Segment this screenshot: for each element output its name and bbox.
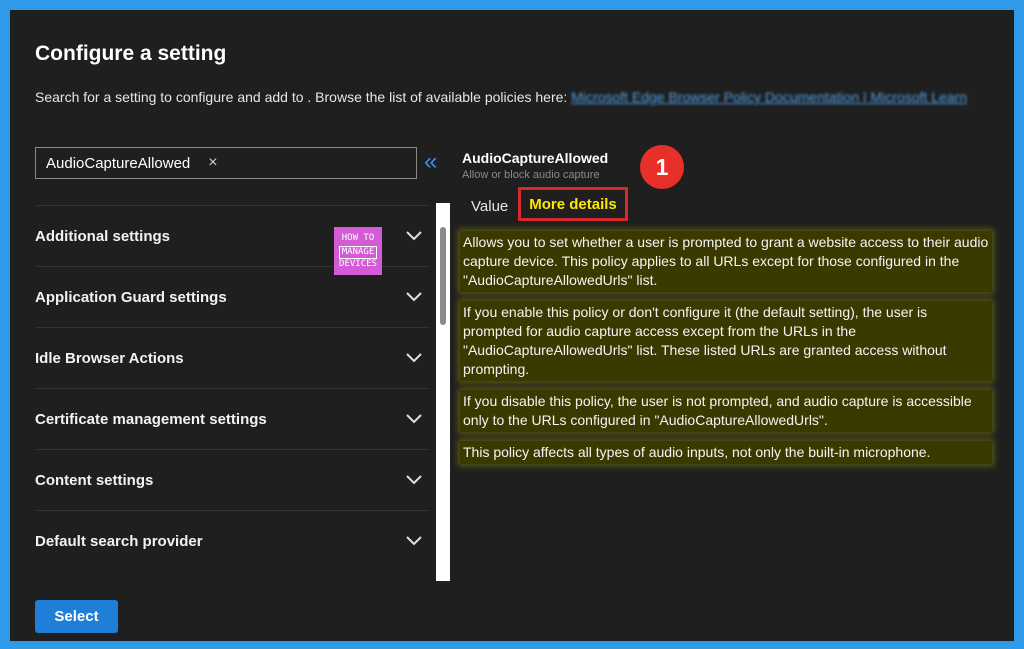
clear-icon[interactable]: × (208, 154, 217, 172)
logo-line2: MANAGE (338, 245, 378, 259)
logo-line3: DEVICES (339, 258, 377, 269)
step-number-badge: 1 (640, 145, 684, 189)
category-label: Certificate management settings (35, 410, 267, 428)
panel-description: Search for a setting to configure and ad… (35, 88, 975, 107)
scrollbar-thumb[interactable] (440, 227, 446, 325)
chevron-down-icon (406, 228, 422, 245)
search-input[interactable]: AudioCaptureAllowed × (35, 147, 417, 179)
page-title: Configure a setting (35, 42, 227, 65)
chevron-down-icon (406, 289, 422, 306)
category-item-content-settings[interactable]: Content settings (35, 449, 430, 510)
chevron-down-icon (406, 472, 422, 489)
description-text: Search for a setting to configure and ad… (35, 89, 568, 105)
how-to-manage-devices-logo: HOW TO MANAGE DEVICES (334, 227, 382, 275)
category-item-default-search-provider[interactable]: Default search provider (35, 510, 430, 571)
category-item-certificate-management[interactable]: Certificate management settings (35, 388, 430, 449)
tab-more-details-label: More details (529, 195, 617, 213)
collapse-panel-icon[interactable]: « (424, 150, 437, 174)
category-label: Content settings (35, 471, 154, 489)
details-paragraph: If you enable this policy or don't confi… (460, 301, 992, 381)
logo-line1: HOW TO (341, 232, 375, 243)
category-item-application-guard[interactable]: Application Guard settings (35, 266, 430, 327)
chevron-down-icon (406, 350, 422, 367)
setting-title: AudioCaptureAllowed (462, 150, 609, 166)
category-label: Application Guard settings (35, 288, 227, 306)
tab-value[interactable]: Value (471, 198, 508, 215)
tab-more-details[interactable]: More details (518, 187, 628, 221)
details-paragraph: If you disable this policy, the user is … (460, 390, 992, 432)
search-value: AudioCaptureAllowed (46, 154, 191, 172)
category-label: Idle Browser Actions (35, 349, 184, 367)
category-label: Additional settings (35, 227, 170, 245)
chevron-down-icon (406, 533, 422, 550)
category-item-idle-browser-actions[interactable]: Idle Browser Actions (35, 327, 430, 388)
policy-details: Allows you to set whether a user is prom… (460, 231, 992, 473)
details-paragraph: Allows you to set whether a user is prom… (460, 231, 992, 292)
policy-docs-link[interactable]: Microsoft Edge Browser Policy Documentat… (571, 89, 967, 105)
setting-subtitle: Allow or block audio capture (462, 169, 600, 181)
select-button[interactable]: Select (35, 600, 118, 633)
scrollbar[interactable] (436, 203, 450, 581)
details-paragraph: This policy affects all types of audio i… (460, 441, 992, 464)
chevron-down-icon (406, 411, 422, 428)
category-label: Default search provider (35, 532, 203, 550)
configure-setting-panel: Configure a setting Search for a setting… (10, 10, 1014, 641)
